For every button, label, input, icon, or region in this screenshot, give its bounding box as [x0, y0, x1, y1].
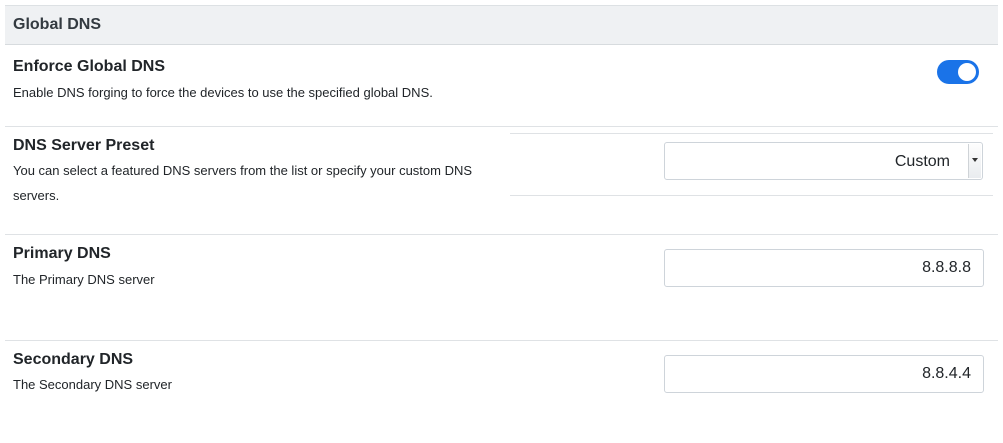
divider [5, 340, 998, 341]
divider [5, 126, 998, 127]
secondary-dns-title: Secondary DNS [13, 351, 134, 368]
primary-dns-description: The Primary DNS server [13, 272, 155, 287]
dns-server-preset-selected-value: Custom [894, 153, 950, 170]
enforce-global-dns-description: Enable DNS forging to force the devices … [13, 85, 433, 100]
toggle-knob [958, 63, 976, 81]
global-dns-panel: Global DNS Enforce Global DNS Enable DNS… [5, 5, 998, 441]
divider [5, 234, 998, 235]
primary-dns-title: Primary DNS [13, 245, 111, 262]
divider [510, 133, 993, 134]
secondary-dns-description: The Secondary DNS server [13, 377, 172, 392]
select-arrow-button[interactable] [968, 144, 981, 178]
dns-server-preset-description-line1: You can select a featured DNS servers fr… [13, 163, 473, 178]
panel-header: Global DNS [5, 5, 998, 45]
secondary-dns-input[interactable] [664, 355, 984, 393]
panel-title: Global DNS [13, 16, 102, 33]
divider [510, 195, 993, 196]
primary-dns-input[interactable] [664, 249, 984, 287]
dns-server-preset-select[interactable]: Custom [664, 142, 983, 180]
dns-server-preset-title: DNS Server Preset [13, 137, 155, 154]
enforce-global-dns-toggle[interactable] [937, 60, 979, 84]
enforce-global-dns-title: Enforce Global DNS [13, 58, 166, 75]
dns-server-preset-description-line2: servers. [13, 188, 60, 203]
chevron-down-icon [972, 158, 978, 162]
